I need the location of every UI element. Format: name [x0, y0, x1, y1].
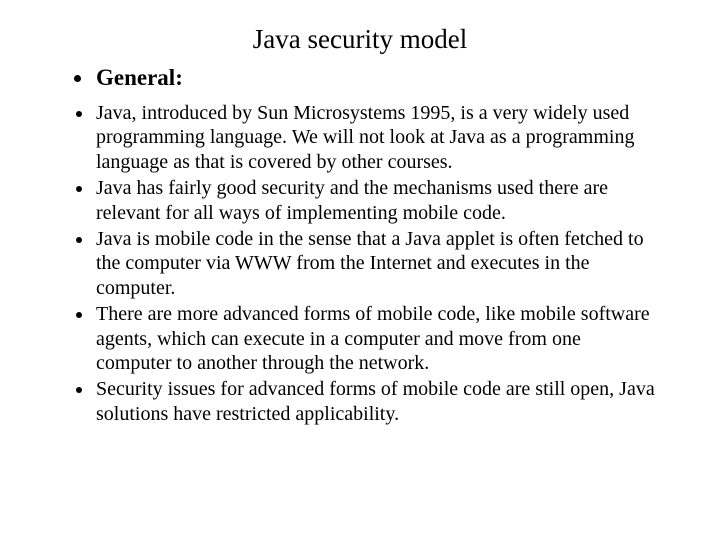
list-item: Security issues for advanced forms of mo… [94, 377, 660, 426]
list-item: Java, introduced by Sun Microsystems 199… [94, 101, 660, 174]
list-item: Java has fairly good security and the me… [94, 176, 660, 225]
list-item: Java is mobile code in the sense that a … [94, 227, 660, 300]
slide: Java security model General: Java, intro… [0, 0, 720, 540]
section-heading: General: [94, 65, 660, 91]
list-item: There are more advanced forms of mobile … [94, 302, 660, 375]
body-list: Java, introduced by Sun Microsystems 199… [60, 101, 660, 426]
slide-title: Java security model [60, 24, 660, 55]
heading-list: General: [60, 65, 660, 91]
